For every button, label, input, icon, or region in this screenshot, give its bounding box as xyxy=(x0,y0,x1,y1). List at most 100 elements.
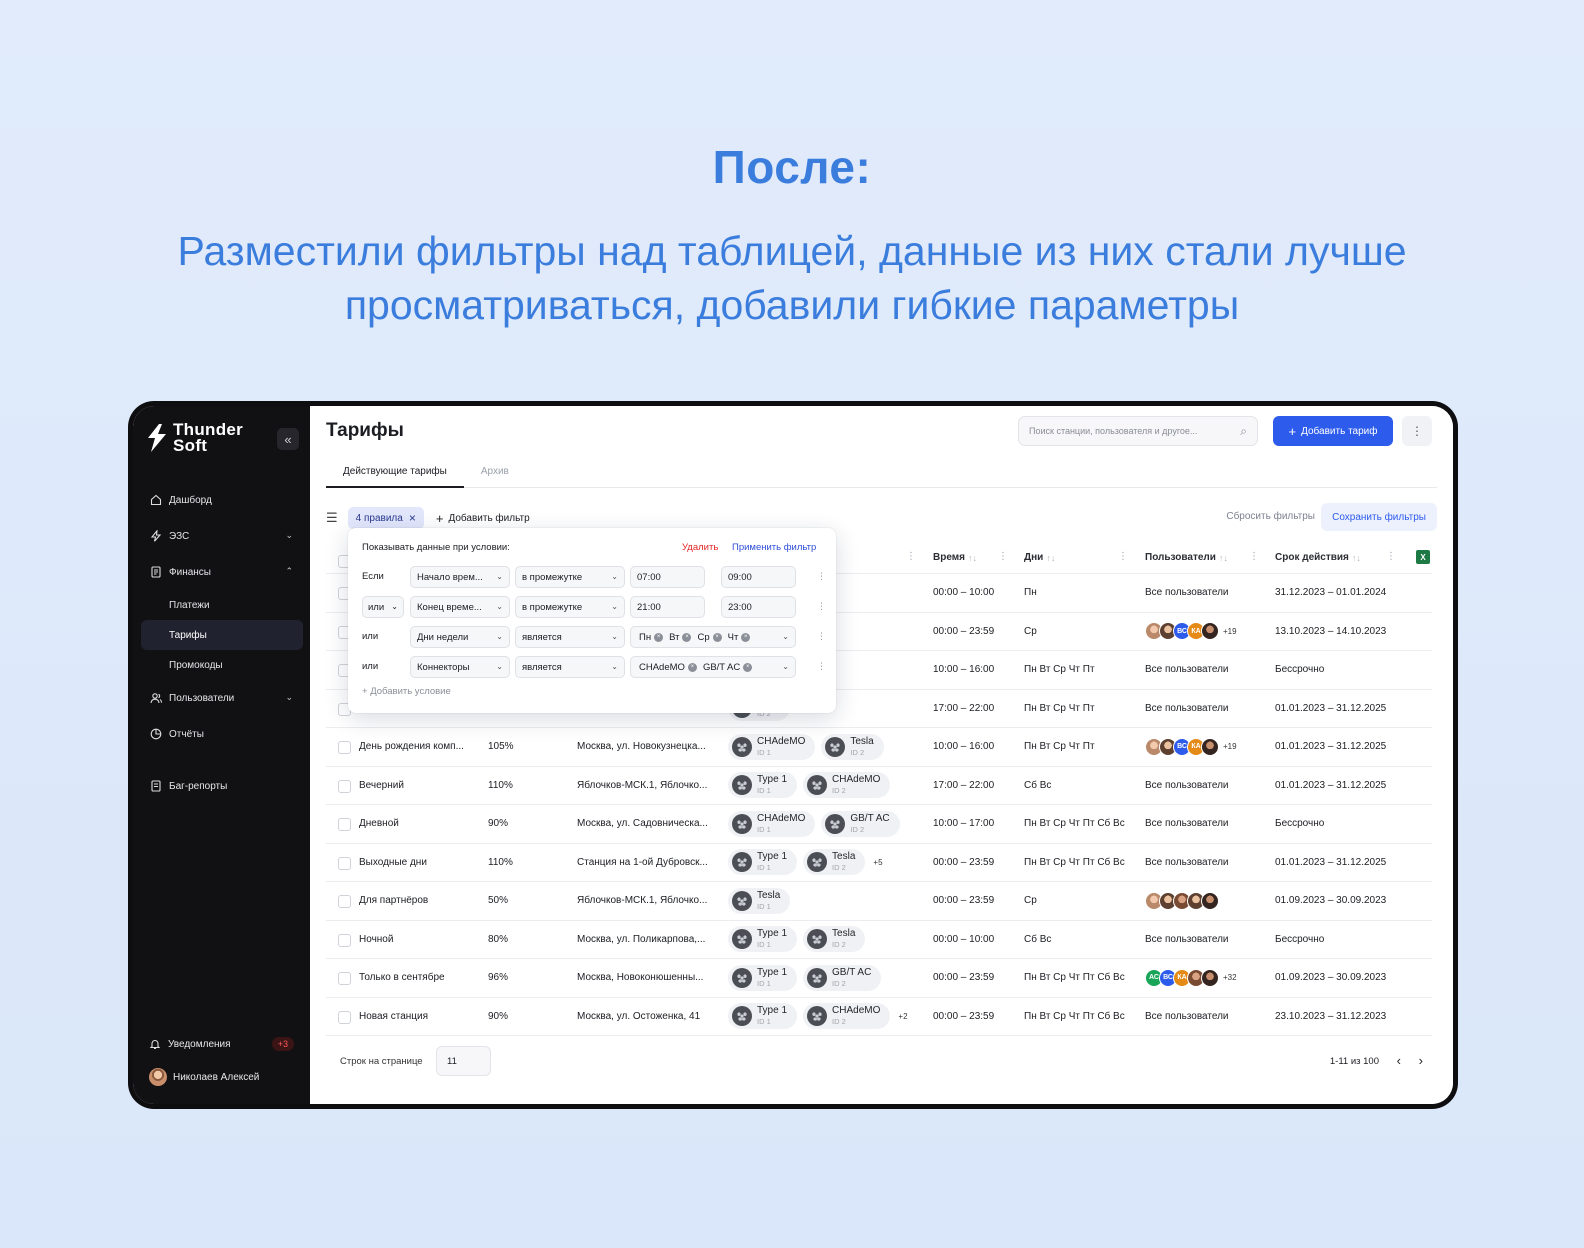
main-content: Тарифы Поиск станции, пользователя и дру… xyxy=(310,406,1453,1104)
tariff-time: 17:00 – 22:00 xyxy=(933,779,995,791)
connector-id: ID 2 xyxy=(832,1017,846,1027)
tariff-days: Пн Вт Ср Чт Пт xyxy=(1024,741,1095,753)
add-condition-button[interactable]: + Добавить условие xyxy=(362,686,451,697)
column-menu-icon[interactable]: ⋮ xyxy=(1249,551,1259,562)
connectors-cell: CHAdeMO ID 1 Tesla ID 2 xyxy=(728,728,928,766)
operator-select[interactable]: в промежутке ⌄ xyxy=(515,596,625,618)
column-menu-icon[interactable]: ⋮ xyxy=(998,551,1008,562)
field-select[interactable]: Дни недели ⌄ xyxy=(410,626,510,648)
table-row[interactable]: Дневной 90% Москва, ул. Садовническа... CHA… xyxy=(326,805,1432,844)
avatar-group[interactable]: ВС КА xyxy=(1145,622,1219,641)
kebab-icon[interactable]: ⋮ xyxy=(817,571,826,582)
rows-per-page-select[interactable]: 11 xyxy=(436,1046,491,1076)
remove-tag-icon[interactable]: × xyxy=(687,662,697,672)
row-checkbox[interactable] xyxy=(338,818,351,831)
apply-filter-button[interactable]: Применить фильтр xyxy=(732,542,816,553)
notifications-item[interactable]: Уведомления +3 xyxy=(149,1037,294,1051)
sidebar-item-payments[interactable]: Платежи xyxy=(141,590,303,620)
close-icon[interactable]: × xyxy=(409,511,416,525)
operator-select[interactable]: является ⌄ xyxy=(515,656,625,678)
reset-filters-button[interactable]: Сбросить фильтры xyxy=(1226,511,1315,522)
filter-icon[interactable]: ☰ xyxy=(326,510,338,526)
add-tariff-button[interactable]: + Добавить тариф xyxy=(1273,416,1393,446)
remove-tag-icon[interactable]: × xyxy=(741,632,751,642)
row-checkbox[interactable] xyxy=(338,741,351,754)
table-row[interactable]: Новая станция 90% Москва, ул. Остоженка, 4… xyxy=(326,998,1432,1036)
row-checkbox[interactable] xyxy=(338,933,351,947)
more-options-button[interactable]: ⋮ xyxy=(1402,416,1432,446)
time-to-input[interactable]: 09:00 xyxy=(721,566,796,588)
time-from-input[interactable]: 07:00 xyxy=(630,566,705,588)
tag-value: Чт × xyxy=(728,632,751,643)
connector-type: Tesla xyxy=(757,889,781,901)
column-menu-icon[interactable]: ⋮ xyxy=(1386,551,1396,562)
add-filter-button[interactable]: + Добавить фильтр xyxy=(436,511,530,526)
excel-export-icon[interactable]: X xyxy=(1416,550,1430,564)
remove-tag-icon[interactable]: × xyxy=(654,632,664,642)
delete-filter-button[interactable]: Удалить xyxy=(682,542,718,553)
field-select[interactable]: Коннекторы ⌄ xyxy=(410,656,510,678)
sidebar-item-tariffs[interactable]: Тарифы xyxy=(141,620,303,650)
remove-tag-icon[interactable]: × xyxy=(712,632,722,642)
collapse-sidebar-button[interactable]: « xyxy=(277,428,299,450)
time-to-input[interactable]: 23:00 xyxy=(721,596,796,618)
sidebar-item-finance[interactable]: Финансы ⌃ xyxy=(141,554,303,590)
avatar-group[interactable]: ВС КА xyxy=(1145,737,1219,756)
avatar-group[interactable] xyxy=(1145,891,1219,910)
chevron-left-icon[interactable]: ‹ xyxy=(1397,1053,1401,1068)
input-value: 09:00 xyxy=(728,571,752,583)
connectors-multiselect[interactable]: CHAdeMO × GB/T AC × ⌄ xyxy=(630,656,796,678)
sidebar-item-label: Отчёты xyxy=(169,728,204,740)
time-from-input[interactable]: 21:00 xyxy=(630,596,705,618)
remove-tag-icon[interactable]: × xyxy=(682,632,692,642)
sidebar-item-ezs[interactable]: ЭЗС ⌄ xyxy=(141,518,303,554)
sidebar-item-users[interactable]: Пользователи ⌄ xyxy=(141,680,303,716)
row-checkbox[interactable] xyxy=(338,856,351,870)
tariff-percent: 80% xyxy=(488,933,509,945)
row-checkbox[interactable] xyxy=(338,1010,351,1024)
table-row[interactable]: Только в сентябре 96% Москва, Новоконюшенн… xyxy=(326,959,1432,998)
tab-archive[interactable]: Архив xyxy=(464,460,526,487)
column-users[interactable]: Пользователи ↑↓ xyxy=(1145,552,1228,563)
sidebar-item-promo[interactable]: Промокоды xyxy=(141,650,303,680)
kebab-icon[interactable]: ⋮ xyxy=(817,661,826,672)
rows-per-page-label: Строк на странице xyxy=(340,1056,423,1067)
column-menu-icon[interactable]: ⋮ xyxy=(906,551,916,562)
kebab-icon[interactable]: ⋮ xyxy=(817,601,826,612)
sidebar-item-reports[interactable]: Отчёты xyxy=(141,716,303,752)
user-profile[interactable]: Николаев Алексей xyxy=(149,1068,259,1086)
row-checkbox[interactable] xyxy=(338,779,351,793)
table-row[interactable]: День рождения комп... 105% Москва, ул. Нов… xyxy=(326,728,1432,767)
logic-select[interactable]: или ⌄ xyxy=(362,596,404,618)
page-count: 1-11 из 100 xyxy=(1329,1056,1379,1067)
column-time[interactable]: Время ↑↓ xyxy=(933,552,977,563)
connector-plug-icon xyxy=(825,736,846,757)
column-menu-icon[interactable]: ⋮ xyxy=(1118,551,1128,562)
column-validity[interactable]: Срок действия ↑↓ xyxy=(1275,552,1361,563)
field-select[interactable]: Конец време... ⌄ xyxy=(410,596,510,618)
operator-select[interactable]: является ⌄ xyxy=(515,626,625,648)
table-row[interactable]: Ночной 80% Москва, ул. Поликарпова,... Type… xyxy=(326,921,1432,959)
sidebar-item-dashboard[interactable]: Дашборд xyxy=(141,482,303,518)
filter-rules-chip[interactable]: 4 правила × xyxy=(347,507,424,529)
tab-active-tariffs[interactable]: Действующие тарифы xyxy=(326,460,464,488)
table-row[interactable]: Вечерний 110% Яблочков-МСК.1, Яблочко... Ty… xyxy=(326,767,1432,805)
field-select[interactable]: Начало врем... ⌄ xyxy=(410,566,510,588)
column-days[interactable]: Дни ↑↓ xyxy=(1024,552,1055,563)
chevron-down-icon: ⌄ xyxy=(496,662,503,671)
row-checkbox[interactable] xyxy=(338,972,351,985)
table-row[interactable]: Выходные дни 110% Станция на 1-ой Дубровск… xyxy=(326,844,1432,882)
chevron-down-icon: ⌄ xyxy=(611,632,618,641)
operator-select[interactable]: в промежутке ⌄ xyxy=(515,566,625,588)
sidebar-item-bug-reports[interactable]: Баг-репорты xyxy=(141,768,303,804)
search-input[interactable]: Поиск станции, пользователя и другое... … xyxy=(1018,416,1258,446)
row-checkbox[interactable] xyxy=(338,895,351,908)
chevron-right-icon[interactable]: › xyxy=(1419,1053,1423,1068)
days-multiselect[interactable]: Пн × Вт × Ср × Чт × ⌄ xyxy=(630,626,796,648)
sidebar-item-label: Дашборд xyxy=(169,494,212,506)
remove-tag-icon[interactable]: × xyxy=(743,662,753,672)
save-filters-button[interactable]: Сохранить фильтры xyxy=(1321,503,1437,531)
avatar-group[interactable]: АС ВС КА xyxy=(1145,968,1219,987)
kebab-icon[interactable]: ⋮ xyxy=(817,631,826,642)
table-row[interactable]: Для партнёров 50% Яблочков-МСК.1, Яблочко.… xyxy=(326,882,1432,921)
